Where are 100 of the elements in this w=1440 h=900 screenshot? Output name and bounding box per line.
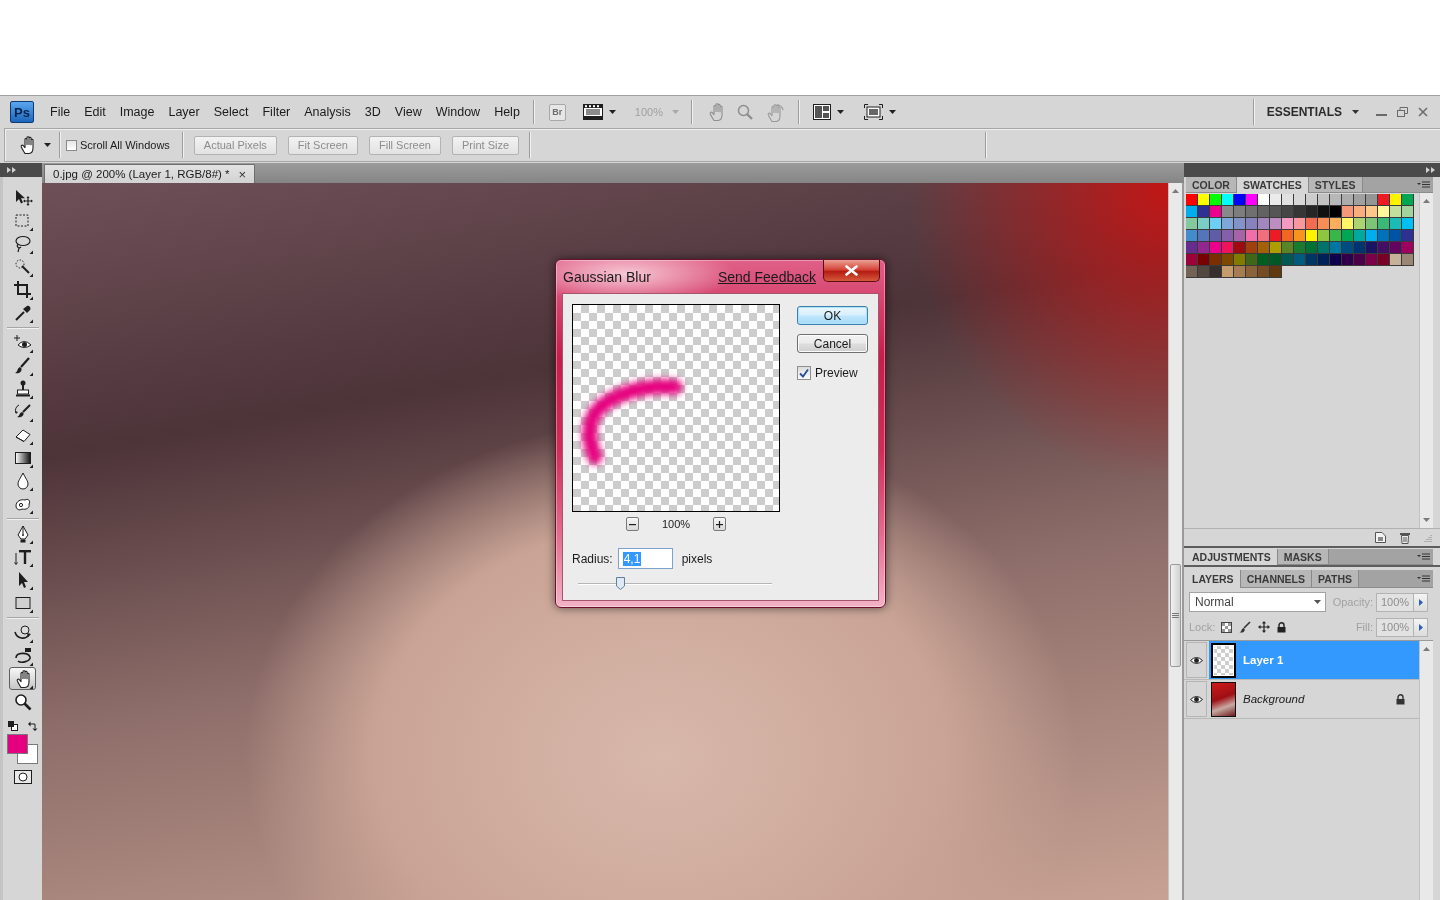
color-swatch[interactable] — [1222, 206, 1234, 218]
trash-icon[interactable] — [1400, 531, 1410, 544]
color-swatch[interactable] — [1354, 206, 1366, 218]
color-swatch[interactable] — [1354, 230, 1366, 242]
color-swatch[interactable] — [1366, 218, 1378, 230]
color-swatch[interactable] — [1210, 194, 1222, 206]
menu-item[interactable]: File — [43, 101, 78, 123]
color-swatch[interactable] — [1186, 242, 1198, 254]
vertical-scrollbar[interactable] — [1419, 641, 1433, 900]
color-swatch[interactable] — [1210, 266, 1222, 278]
color-swatch[interactable] — [1342, 230, 1354, 242]
color-swatch[interactable] — [1270, 218, 1282, 230]
color-swatch[interactable] — [1342, 206, 1354, 218]
color-swatch[interactable] — [1282, 230, 1294, 242]
color-swatch[interactable] — [1342, 254, 1354, 266]
new-page-icon[interactable] — [1375, 532, 1386, 543]
vertical-scrollbar[interactable] — [1419, 193, 1433, 528]
tab-close-button[interactable]: × — [238, 167, 247, 181]
color-swatch[interactable] — [1378, 218, 1390, 230]
menu-item[interactable]: Help — [487, 101, 527, 123]
color-swatch[interactable] — [1294, 218, 1306, 230]
color-swatch[interactable] — [1306, 242, 1318, 254]
color-swatch[interactable] — [1294, 254, 1306, 266]
color-swatch[interactable] — [1258, 254, 1270, 266]
color-swatch[interactable] — [1258, 230, 1270, 242]
brush-icon[interactable] — [1239, 621, 1252, 633]
blend-mode-select[interactable]: Normal — [1189, 592, 1326, 612]
hand-icon[interactable] — [708, 102, 724, 122]
color-swatch[interactable] — [1294, 242, 1306, 254]
color-swatch[interactable] — [1318, 230, 1330, 242]
color-swatch[interactable] — [1234, 194, 1246, 206]
zoom-in-button[interactable] — [713, 517, 727, 531]
panel-tab[interactable]: SWATCHES — [1236, 177, 1309, 193]
color-swatch[interactable] — [1222, 266, 1234, 278]
resize-grip-icon[interactable] — [1424, 533, 1432, 542]
color-swatch[interactable] — [1258, 266, 1270, 278]
fill-stepper[interactable] — [1414, 617, 1428, 637]
color-swatch[interactable] — [1234, 266, 1246, 278]
document-tab[interactable]: 0.jpg @ 200% (Layer 1, RGB/8#) * × — [44, 164, 256, 183]
menu-item[interactable]: Layer — [161, 101, 207, 123]
color-swatch[interactable] — [1318, 206, 1330, 218]
close-button[interactable] — [823, 260, 880, 282]
color-swatch[interactable] — [1246, 266, 1258, 278]
scroll-up-icon[interactable] — [1172, 189, 1179, 193]
color-swatch[interactable] — [1330, 206, 1342, 218]
workspace-button[interactable]: ESSENTIALS — [1266, 101, 1359, 123]
color-swatch[interactable] — [1234, 230, 1246, 242]
dialog-button[interactable]: OK — [797, 306, 868, 325]
panel-tab[interactable]: CHANNELS — [1240, 570, 1312, 587]
color-swatch[interactable] — [1210, 242, 1222, 254]
color-swatch[interactable] — [1402, 206, 1414, 218]
color-swatch[interactable] — [1270, 266, 1282, 278]
color-swatch[interactable] — [1282, 218, 1294, 230]
screen-mode-button[interactable] — [864, 101, 896, 123]
color-swatch[interactable] — [1330, 218, 1342, 230]
color-swatch[interactable] — [1390, 194, 1402, 206]
color-swatch[interactable] — [1342, 194, 1354, 206]
color-swatch[interactable] — [1354, 242, 1366, 254]
color-swatch[interactable] — [1234, 242, 1246, 254]
color-swatch[interactable] — [1258, 206, 1270, 218]
scroll-down-icon[interactable] — [1423, 518, 1430, 522]
panel-tab[interactable]: MASKS — [1277, 549, 1329, 564]
color-swatch[interactable] — [1366, 230, 1378, 242]
panel-tab[interactable]: PATHS — [1312, 570, 1359, 587]
menu-item[interactable]: 3D — [357, 101, 388, 123]
color-swatch[interactable] — [1246, 206, 1258, 218]
color-swatch[interactable] — [1258, 194, 1270, 206]
color-swatch[interactable] — [1270, 230, 1282, 242]
color-swatch[interactable] — [1306, 206, 1318, 218]
color-swatch[interactable] — [1354, 254, 1366, 266]
visibility-toggle[interactable] — [1186, 642, 1207, 678]
color-swatch[interactable] — [1402, 242, 1414, 254]
magnifier-icon[interactable] — [737, 104, 753, 120]
color-swatch[interactable] — [1294, 230, 1306, 242]
close-icon[interactable] — [1418, 107, 1428, 117]
color-swatch[interactable] — [1378, 254, 1390, 266]
color-swatch[interactable] — [1198, 254, 1210, 266]
color-swatch[interactable] — [1330, 242, 1342, 254]
panel-tab[interactable]: LAYERS — [1186, 570, 1241, 588]
visibility-toggle[interactable] — [1186, 681, 1207, 717]
color-swatch[interactable] — [1366, 194, 1378, 206]
color-swatch[interactable] — [1366, 242, 1378, 254]
panel-tab[interactable]: COLOR — [1186, 177, 1237, 192]
br-button[interactable]: Br — [548, 103, 566, 121]
color-swatch[interactable] — [1282, 194, 1294, 206]
menu-item[interactable]: Window — [428, 101, 488, 123]
color-swatch[interactable] — [1282, 254, 1294, 266]
color-swatch[interactable] — [1354, 218, 1366, 230]
color-swatch[interactable] — [1186, 206, 1198, 218]
color-swatch[interactable] — [1354, 194, 1366, 206]
color-swatch[interactable] — [1318, 254, 1330, 266]
color-swatch[interactable] — [1234, 254, 1246, 266]
color-swatch[interactable] — [1294, 206, 1306, 218]
color-swatch[interactable] — [1306, 194, 1318, 206]
color-swatch[interactable] — [1318, 218, 1330, 230]
color-swatch[interactable] — [1390, 254, 1402, 266]
color-swatch[interactable] — [1306, 254, 1318, 266]
color-swatch[interactable] — [1282, 242, 1294, 254]
dialog-button[interactable]: Cancel — [797, 334, 868, 353]
color-swatch[interactable] — [1222, 242, 1234, 254]
